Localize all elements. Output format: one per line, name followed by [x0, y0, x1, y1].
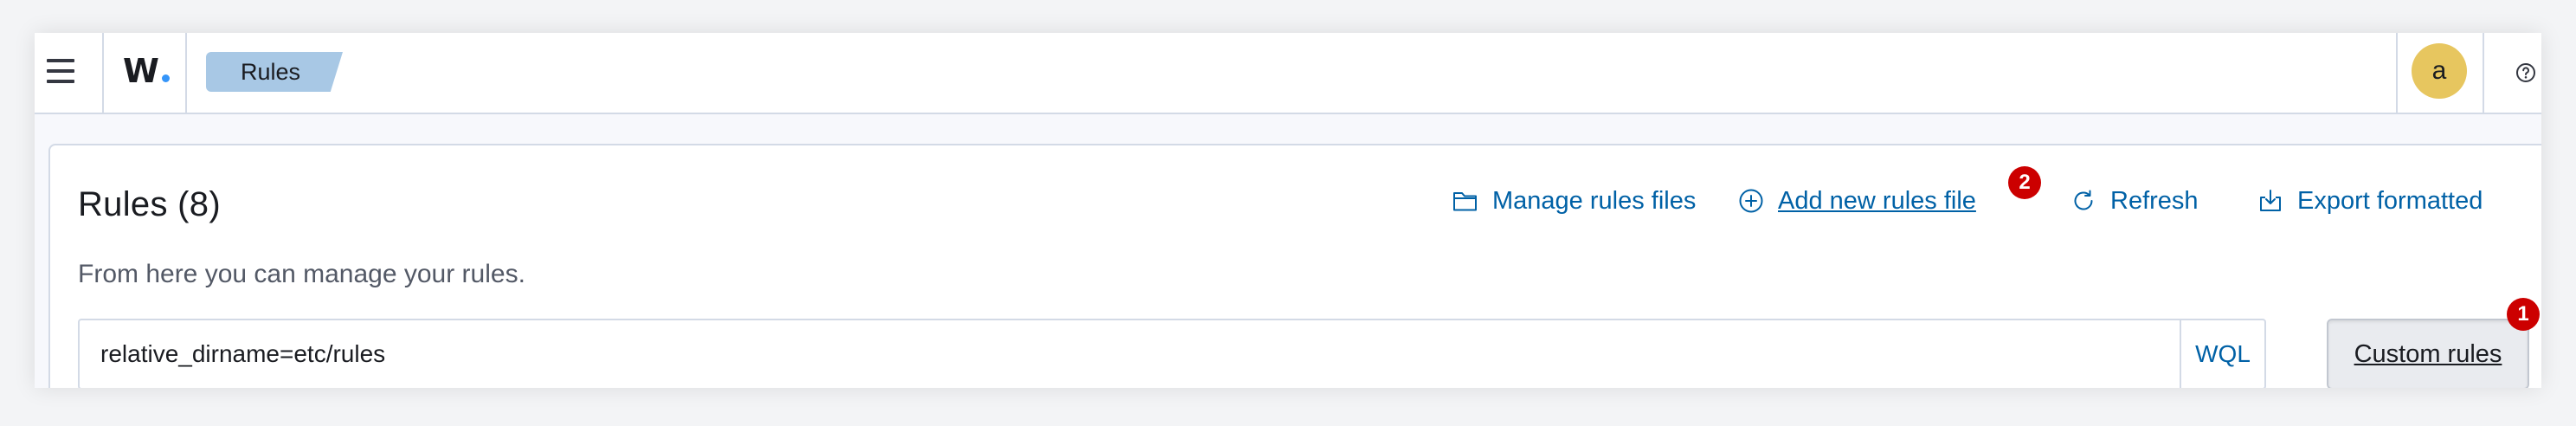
- search-input[interactable]: [100, 320, 2212, 388]
- menu-icon[interactable]: [47, 59, 74, 83]
- page-description: From here you can manage your rules.: [78, 260, 525, 288]
- app-window: W Rules a Rules (8) Manage rules files A…: [35, 33, 2541, 388]
- export-formatted-button[interactable]: Export formatted: [2257, 184, 2483, 218]
- avatar-letter: a: [2431, 56, 2447, 85]
- custom-rules-label: Custom rules: [2354, 339, 2502, 368]
- plus-circle-icon: [1739, 189, 1763, 213]
- logo-text: W: [123, 52, 159, 90]
- manage-rules-files-label: Manage rules files: [1492, 186, 1697, 215]
- export-formatted-label: Export formatted: [2297, 186, 2483, 215]
- avatar[interactable]: a: [2412, 43, 2467, 99]
- breadcrumb-label: Rules: [241, 58, 301, 85]
- refresh-button[interactable]: Refresh: [2070, 184, 2199, 218]
- manage-rules-files-button[interactable]: Manage rules files: [1452, 184, 1696, 218]
- notification-badge: 1: [2507, 298, 2540, 331]
- add-new-rules-file-button[interactable]: Add new rules file: [1738, 184, 1976, 218]
- logo-dot: [161, 74, 170, 82]
- header-divider: [2483, 33, 2484, 113]
- rules-panel: Rules (8) Manage rules files Add new rul…: [48, 144, 2541, 388]
- header-divider: [185, 33, 187, 113]
- header-divider: [102, 33, 104, 113]
- export-icon: [2260, 190, 2281, 211]
- page-title: Rules (8): [78, 185, 221, 223]
- refresh-icon: [2074, 190, 2093, 210]
- add-new-rules-file-label: Add new rules file: [1778, 186, 1976, 215]
- refresh-label: Refresh: [2110, 186, 2199, 215]
- folder-icon: [1453, 192, 1477, 211]
- query-language-toggle[interactable]: WQL: [2180, 320, 2264, 388]
- header-divider: [2396, 33, 2398, 113]
- notification-badge: 2: [2008, 166, 2041, 199]
- top-header: W Rules a: [35, 33, 2541, 114]
- breadcrumb[interactable]: Rules: [206, 52, 343, 92]
- app-logo[interactable]: W: [123, 52, 170, 90]
- search-bar: WQL: [78, 319, 2266, 388]
- help-icon[interactable]: [2515, 62, 2536, 83]
- custom-rules-button[interactable]: Custom rules: [2327, 319, 2529, 388]
